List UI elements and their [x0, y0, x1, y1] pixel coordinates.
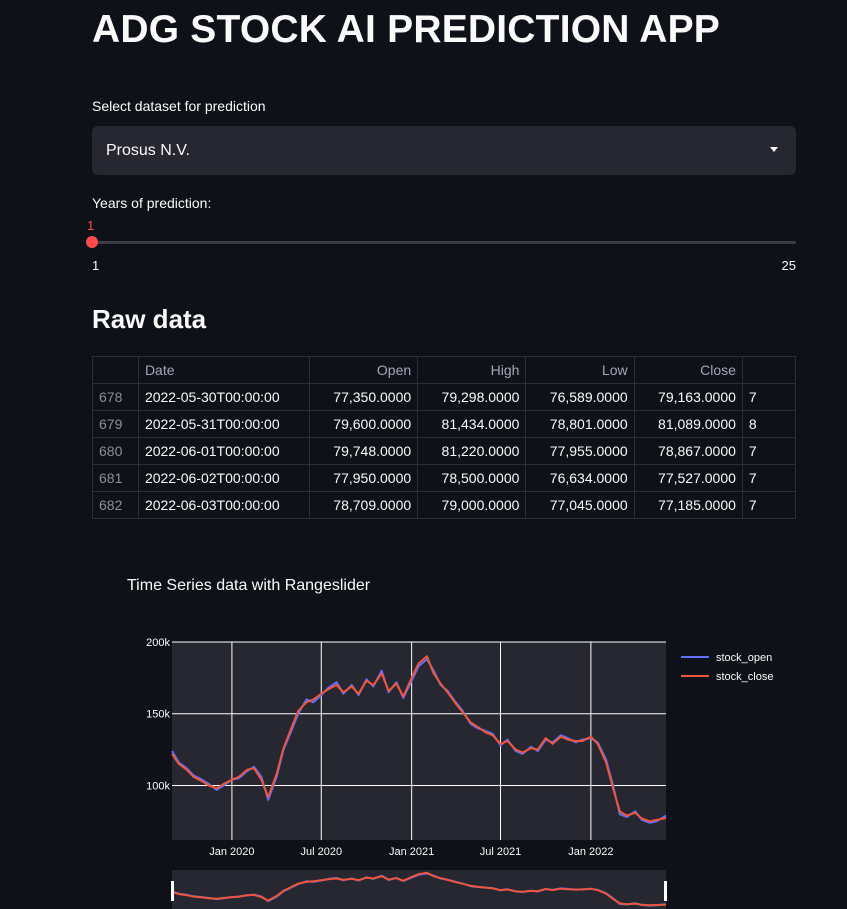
dataset-select[interactable]: Prosus N.V.: [92, 126, 796, 175]
table-row: 678 2022-05-30T00:00:00 77,350.0000 79,2…: [92, 383, 796, 411]
column-header-high[interactable]: High: [417, 356, 527, 384]
cell-open: 79,748.0000: [308, 437, 419, 465]
cell-close: 81,089.0000: [633, 410, 743, 438]
y-tick-label: 200k: [146, 637, 170, 649]
chart-title: Time Series data with Rangeslider: [127, 577, 371, 594]
rangeslider-handle-left[interactable]: [171, 881, 174, 901]
dataset-label: Select dataset for prediction: [92, 98, 266, 114]
row-index: 681: [92, 464, 139, 492]
cell-cut: 7: [741, 491, 796, 519]
cell-open: 79,600.0000: [308, 410, 419, 438]
table-row: 682 2022-06-03T00:00:00 78,709.0000 79,0…: [92, 491, 796, 519]
row-index: 679: [92, 410, 139, 438]
cell-close: 78,867.0000: [633, 437, 743, 465]
plot-area: [172, 642, 666, 840]
x-tick-label: Jan 2020: [209, 846, 254, 858]
cell-high: 79,298.0000: [417, 383, 527, 411]
y-tick-label: 150k: [146, 709, 170, 721]
table-row: 679 2022-05-31T00:00:00 79,600.0000 81,4…: [92, 410, 796, 438]
cell-high: 81,220.0000: [417, 437, 527, 465]
x-tick-label: Jul 2021: [480, 846, 522, 858]
cell-close: 77,527.0000: [633, 464, 743, 492]
years-slider-max: 25: [781, 258, 796, 273]
cell-low: 76,634.0000: [525, 464, 635, 492]
column-header-index[interactable]: [92, 356, 139, 384]
column-header-low[interactable]: Low: [525, 356, 635, 384]
years-slider-min: 1: [92, 258, 100, 273]
cell-cut: 8: [741, 410, 796, 438]
app-title: ADG STOCK AI PREDICTION APP: [92, 8, 721, 51]
cell-date: 2022-06-02T00:00:00: [137, 464, 310, 492]
y-tick-label: 100k: [146, 780, 170, 792]
years-slider-track[interactable]: [92, 241, 796, 244]
raw-data-table: Date Open High Low Close 678 2022-05-30T…: [92, 356, 796, 519]
cell-cut: 7: [741, 383, 796, 411]
time-series-chart[interactable]: Jan 2020 Jul 2020 Jan 2021 Jul 2021 Jan 2022…: [0, 620, 847, 909]
cell-cut: 7: [741, 437, 796, 465]
years-label: Years of prediction:: [92, 195, 212, 211]
x-tick-label: Jul 2020: [300, 846, 342, 858]
column-header-cut[interactable]: [741, 356, 796, 384]
cell-open: 77,950.0000: [308, 464, 419, 492]
raw-data-table-container[interactable]: Date Open High Low Close 678 2022-05-30T…: [92, 356, 796, 526]
years-slider[interactable]: 1 1 25: [86, 218, 796, 274]
cell-high: 78,500.0000: [417, 464, 527, 492]
legend-label-stock-open[interactable]: stock_open: [716, 652, 772, 664]
cell-low: 77,045.0000: [525, 491, 635, 519]
cell-open: 77,350.0000: [308, 383, 419, 411]
cell-high: 79,000.0000: [417, 491, 527, 519]
table-header-row: Date Open High Low Close: [92, 356, 796, 384]
column-header-date[interactable]: Date: [137, 356, 310, 384]
years-slider-thumb[interactable]: [86, 236, 98, 248]
cell-date: 2022-05-30T00:00:00: [137, 383, 310, 411]
column-header-open[interactable]: Open: [308, 356, 419, 384]
row-index: 678: [92, 383, 139, 411]
row-index: 682: [92, 491, 139, 519]
years-slider-value: 1: [87, 218, 95, 233]
dataset-selected-value: Prosus N.V.: [106, 141, 190, 159]
x-tick-label: Jan 2022: [568, 846, 613, 858]
cell-open: 78,709.0000: [308, 491, 419, 519]
cell-cut: 7: [741, 464, 796, 492]
cell-high: 81,434.0000: [417, 410, 527, 438]
table-row: 681 2022-06-02T00:00:00 77,950.0000 78,5…: [92, 464, 796, 492]
table-row: 680 2022-06-01T00:00:00 79,748.0000 81,2…: [92, 437, 796, 465]
row-index: 680: [92, 437, 139, 465]
cell-low: 77,955.0000: [525, 437, 635, 465]
chevron-down-icon: [770, 147, 778, 152]
cell-low: 76,589.0000: [525, 383, 635, 411]
cell-close: 77,185.0000: [633, 491, 743, 519]
cell-low: 78,801.0000: [525, 410, 635, 438]
raw-data-heading: Raw data: [92, 304, 207, 334]
rangeslider-handle-right[interactable]: [664, 881, 667, 901]
cell-close: 79,163.0000: [633, 383, 743, 411]
column-header-close[interactable]: Close: [633, 356, 743, 384]
x-tick-label: Jan 2021: [389, 846, 434, 858]
cell-date: 2022-06-01T00:00:00: [137, 437, 310, 465]
legend-label-stock-close[interactable]: stock_close: [716, 671, 773, 683]
cell-date: 2022-05-31T00:00:00: [137, 410, 310, 438]
cell-date: 2022-06-03T00:00:00: [137, 491, 310, 519]
